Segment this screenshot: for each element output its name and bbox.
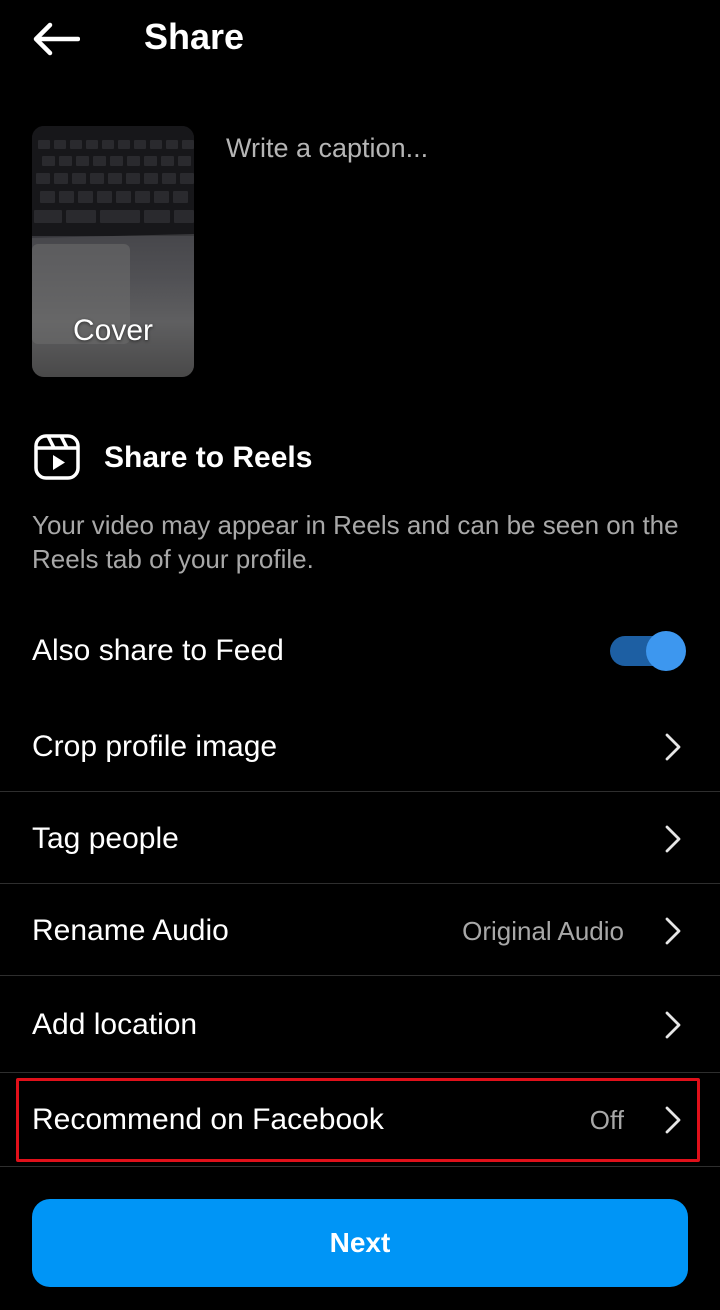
caption-input[interactable]: [226, 128, 686, 168]
back-button[interactable]: [28, 14, 84, 64]
tag-people-row[interactable]: Tag people: [0, 796, 720, 882]
chevron-right-icon: [664, 1010, 682, 1040]
chevron-right-icon: [664, 824, 682, 854]
rename-audio-value: Original Audio: [462, 915, 624, 946]
recommend-on-facebook-label: Recommend on Facebook: [32, 1103, 384, 1136]
toggle-thumb: [646, 631, 686, 671]
tag-people-label: Tag people: [32, 822, 179, 855]
divider: [0, 975, 720, 976]
share-to-reels-title: Share to Reels: [104, 441, 313, 474]
divider: [0, 1072, 720, 1073]
divider: [0, 1166, 720, 1167]
rename-audio-row[interactable]: Rename Audio Original Audio: [0, 888, 720, 974]
chevron-right-icon: [664, 1105, 682, 1135]
arrow-left-icon: [33, 22, 80, 56]
also-share-to-feed-toggle[interactable]: [610, 631, 686, 671]
page-title: Share: [144, 16, 245, 57]
cover-label: Cover: [72, 314, 154, 347]
also-share-to-feed-row: Also share to Feed: [0, 610, 720, 692]
add-location-label: Add location: [32, 1008, 198, 1041]
next-button[interactable]: Next: [32, 1199, 688, 1287]
crop-profile-image-row[interactable]: Crop profile image: [0, 704, 720, 790]
chevron-right-icon: [664, 732, 682, 762]
recommend-on-facebook-row[interactable]: Recommend on Facebook Off: [0, 1078, 720, 1162]
crop-profile-image-label: Crop profile image: [32, 730, 278, 763]
chevron-right-icon: [664, 916, 682, 946]
divider: [0, 791, 720, 792]
rename-audio-label: Rename Audio: [32, 914, 229, 947]
share-to-reels-description: Your video may appear in Reels and can b…: [32, 510, 679, 574]
reels-icon: [34, 434, 80, 480]
divider: [0, 883, 720, 884]
also-share-to-feed-label: Also share to Feed: [32, 634, 284, 667]
cover-thumbnail[interactable]: Cover: [32, 126, 194, 377]
recommend-on-facebook-value: Off: [589, 1104, 624, 1135]
add-location-row[interactable]: Add location: [0, 980, 720, 1070]
